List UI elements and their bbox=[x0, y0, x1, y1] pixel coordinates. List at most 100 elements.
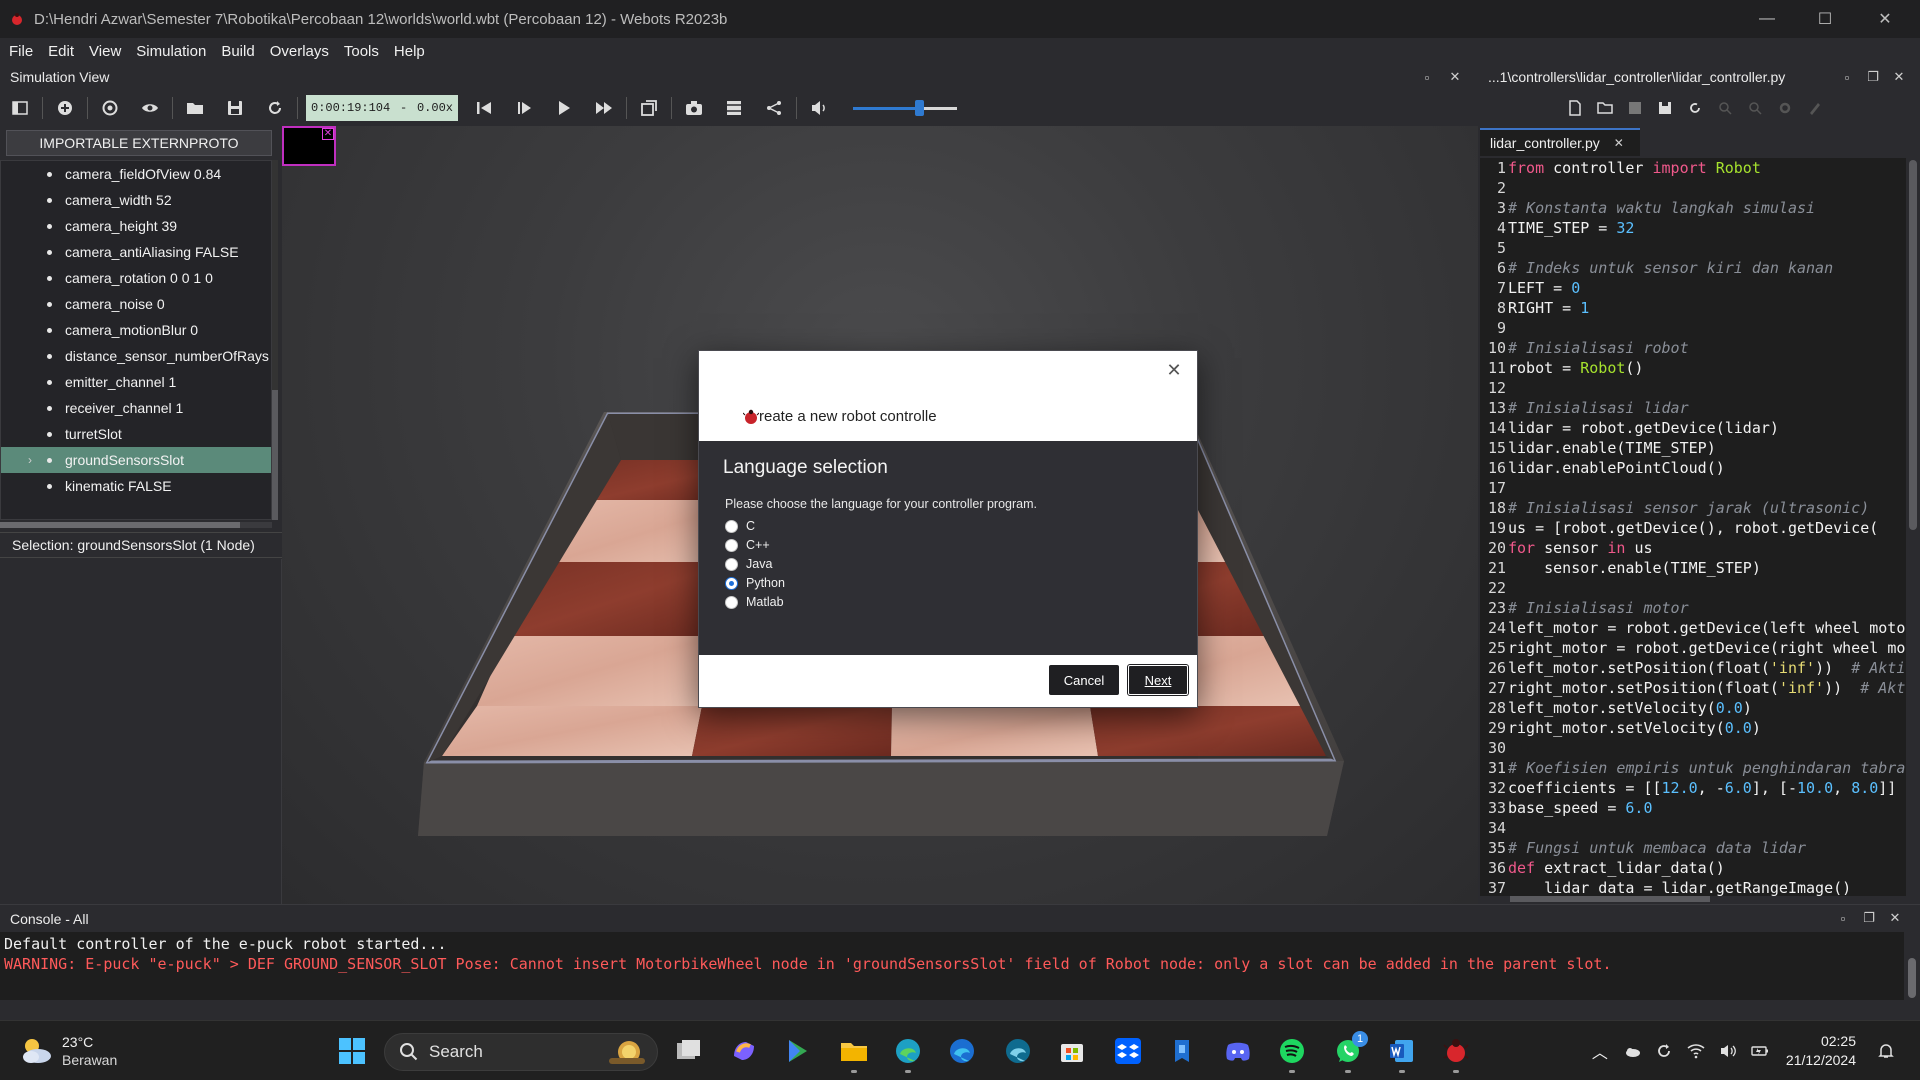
keyboard-app-button[interactable] bbox=[1162, 1031, 1202, 1071]
scrollbar-handle[interactable] bbox=[1510, 896, 1710, 902]
step-icon[interactable] bbox=[504, 93, 544, 123]
code-line[interactable]: 1 from controller import Robot bbox=[1480, 158, 1906, 178]
code-line[interactable]: 7 LEFT = 0 bbox=[1480, 278, 1906, 298]
radio-button[interactable] bbox=[725, 557, 738, 571]
share-icon[interactable] bbox=[754, 93, 794, 123]
code-vertical-scrollbar[interactable] bbox=[1906, 158, 1920, 898]
scene-tree-horizontal-scrollbar[interactable] bbox=[0, 522, 272, 528]
cancel-button[interactable]: Cancel bbox=[1049, 665, 1119, 695]
dropbox-button[interactable] bbox=[1108, 1031, 1148, 1071]
minimize-button[interactable]: — bbox=[1738, 0, 1796, 38]
dialog-close-button[interactable]: ✕ bbox=[1163, 359, 1185, 381]
webots-button[interactable] bbox=[1436, 1031, 1476, 1073]
open-world-icon[interactable] bbox=[175, 93, 215, 123]
float-panel-icon[interactable]: ▫ bbox=[1416, 64, 1438, 90]
scene-tree-item[interactable]: camera_antiAliasing FALSE bbox=[1, 239, 271, 265]
fast-forward-icon[interactable] bbox=[584, 93, 624, 123]
float-panel-icon[interactable]: ▫ bbox=[1836, 64, 1858, 90]
code-line[interactable]: 10 # Inisialisasi robot bbox=[1480, 338, 1906, 358]
edge-button[interactable] bbox=[888, 1031, 928, 1073]
microsoft-store-button[interactable] bbox=[1052, 1031, 1092, 1071]
code-line[interactable]: 5 bbox=[1480, 238, 1906, 258]
code-line[interactable]: 4 TIME_STEP = 32 bbox=[1480, 218, 1906, 238]
scene-tree-item[interactable]: camera_width 52 bbox=[1, 187, 271, 213]
show-hidden-icons-chevron-icon[interactable]: ︿ bbox=[1584, 1035, 1616, 1067]
rendering-toggle-icon[interactable] bbox=[629, 93, 669, 123]
menu-build[interactable]: Build bbox=[216, 43, 259, 60]
code-line[interactable]: 19 us = [robot.getDevice(), robot.getDevi… bbox=[1480, 518, 1906, 538]
console-output[interactable]: Default controller of the e-puck robot s… bbox=[0, 932, 1904, 1000]
console-scrollbar[interactable] bbox=[1904, 932, 1920, 1000]
scene-tree-item[interactable]: emitter_channel 1 bbox=[1, 369, 271, 395]
code-line[interactable]: 6 # Indeks untuk sensor kiri dan kanan bbox=[1480, 258, 1906, 278]
code-line[interactable]: 27 right_motor.setPosition(float('inf')) … bbox=[1480, 678, 1906, 698]
scene-tree-item[interactable]: camera_motionBlur 0 bbox=[1, 317, 271, 343]
expand-arrow-icon[interactable]: › bbox=[28, 453, 32, 467]
code-line[interactable]: 24 left_motor = robot.getDevice(left whee… bbox=[1480, 618, 1906, 638]
scene-tree-item[interactable]: receiver_channel 1 bbox=[1, 395, 271, 421]
radio-button[interactable] bbox=[725, 595, 738, 609]
save-file-icon[interactable] bbox=[1620, 93, 1650, 123]
discord-button[interactable] bbox=[1218, 1031, 1258, 1071]
code-line[interactable]: 14 lidar = robot.getDevice(lidar) bbox=[1480, 418, 1906, 438]
code-line[interactable]: 8 RIGHT = 1 bbox=[1480, 298, 1906, 318]
scene-tree-item[interactable]: camera_rotation 0 0 1 0 bbox=[1, 265, 271, 291]
scene-tree-item[interactable]: › groundSensorsSlot bbox=[1, 447, 271, 473]
code-line[interactable]: 17 bbox=[1480, 478, 1906, 498]
close-panel-icon[interactable]: ✕ bbox=[1888, 64, 1910, 90]
menu-file[interactable]: File bbox=[4, 43, 38, 60]
code-line[interactable]: 15 lidar.enable(TIME_STEP) bbox=[1480, 438, 1906, 458]
scrollbar-handle[interactable] bbox=[0, 522, 240, 528]
reload-world-icon[interactable] bbox=[255, 93, 295, 123]
play-icon[interactable] bbox=[544, 93, 584, 123]
record-movie-icon[interactable] bbox=[714, 93, 754, 123]
code-line[interactable]: 34 bbox=[1480, 818, 1906, 838]
radio-button[interactable] bbox=[725, 519, 738, 533]
language-option-matlab[interactable]: Matlab bbox=[725, 592, 784, 612]
scrollbar-handle[interactable] bbox=[1908, 958, 1916, 998]
code-line[interactable]: 18 # Inisialisasi sensor jarak (ultrasoni… bbox=[1480, 498, 1906, 518]
scene-tree-scrollbar[interactable] bbox=[272, 160, 278, 520]
screenshot-camera-icon[interactable] bbox=[674, 93, 714, 123]
scene-tree-item[interactable]: camera_fieldOfView 0.84 bbox=[1, 161, 271, 187]
tab-lidar-controller[interactable]: lidar_controller.py ✕ bbox=[1480, 128, 1640, 156]
file-explorer-button[interactable] bbox=[834, 1031, 874, 1073]
scene-tree-item[interactable]: distance_sensor_numberOfRays bbox=[1, 343, 271, 369]
code-line[interactable]: 13 # Inisialisasi lidar bbox=[1480, 398, 1906, 418]
close-panel-icon[interactable]: ✕ bbox=[1884, 905, 1906, 931]
spotify-button[interactable] bbox=[1272, 1031, 1312, 1073]
code-line[interactable]: 32 coefficients = [[12.0, -6.0], [-10.0, … bbox=[1480, 778, 1906, 798]
importable-externproto-button[interactable]: IMPORTABLE EXTERNPROTO bbox=[6, 130, 272, 156]
scene-tree-item[interactable]: camera_height 39 bbox=[1, 213, 271, 239]
find-icon[interactable] bbox=[1710, 93, 1740, 123]
float-panel-icon[interactable]: ▫ bbox=[1832, 905, 1854, 931]
new-file-icon[interactable] bbox=[1560, 93, 1590, 123]
reload-node-icon[interactable] bbox=[90, 93, 130, 123]
word-button[interactable] bbox=[1382, 1031, 1422, 1073]
add-node-icon[interactable] bbox=[45, 93, 85, 123]
wifi-icon[interactable] bbox=[1680, 1035, 1712, 1067]
open-file-icon[interactable] bbox=[1590, 93, 1620, 123]
copilot-button[interactable] bbox=[724, 1031, 764, 1071]
code-line[interactable]: 33 base_speed = 6.0 bbox=[1480, 798, 1906, 818]
code-line[interactable]: 23 # Inisialisasi motor bbox=[1480, 598, 1906, 618]
save-world-icon[interactable] bbox=[215, 93, 255, 123]
edge-beta-button[interactable] bbox=[942, 1031, 982, 1071]
edge-dev-button[interactable] bbox=[998, 1031, 1038, 1071]
onedrive-cloud-icon[interactable] bbox=[1616, 1035, 1648, 1067]
radio-button[interactable] bbox=[725, 576, 738, 590]
task-view-button[interactable] bbox=[668, 1031, 708, 1071]
speaker-icon[interactable] bbox=[1712, 1035, 1744, 1067]
code-line[interactable]: 37 lidar_data = lidar.getRangeImage() bbox=[1480, 878, 1906, 898]
notifications-bell-icon[interactable] bbox=[1870, 1035, 1902, 1067]
maximize-panel-icon[interactable]: ❐ bbox=[1862, 64, 1884, 90]
menu-edit[interactable]: Edit bbox=[43, 43, 79, 60]
revert-file-icon[interactable] bbox=[1680, 93, 1710, 123]
weather-widget[interactable]: 23°C Berawan bbox=[18, 1029, 117, 1073]
code-horizontal-scrollbar[interactable] bbox=[1480, 896, 1906, 902]
code-line[interactable]: 26 left_motor.setPosition(float('inf')) #… bbox=[1480, 658, 1906, 678]
code-line[interactable]: 25 right_motor = robot.getDevice(right wh… bbox=[1480, 638, 1906, 658]
code-line[interactable]: 3 # Konstanta waktu langkah simulasi bbox=[1480, 198, 1906, 218]
code-line[interactable]: 20 for sensor in us bbox=[1480, 538, 1906, 558]
menu-overlays[interactable]: Overlays bbox=[265, 43, 334, 60]
